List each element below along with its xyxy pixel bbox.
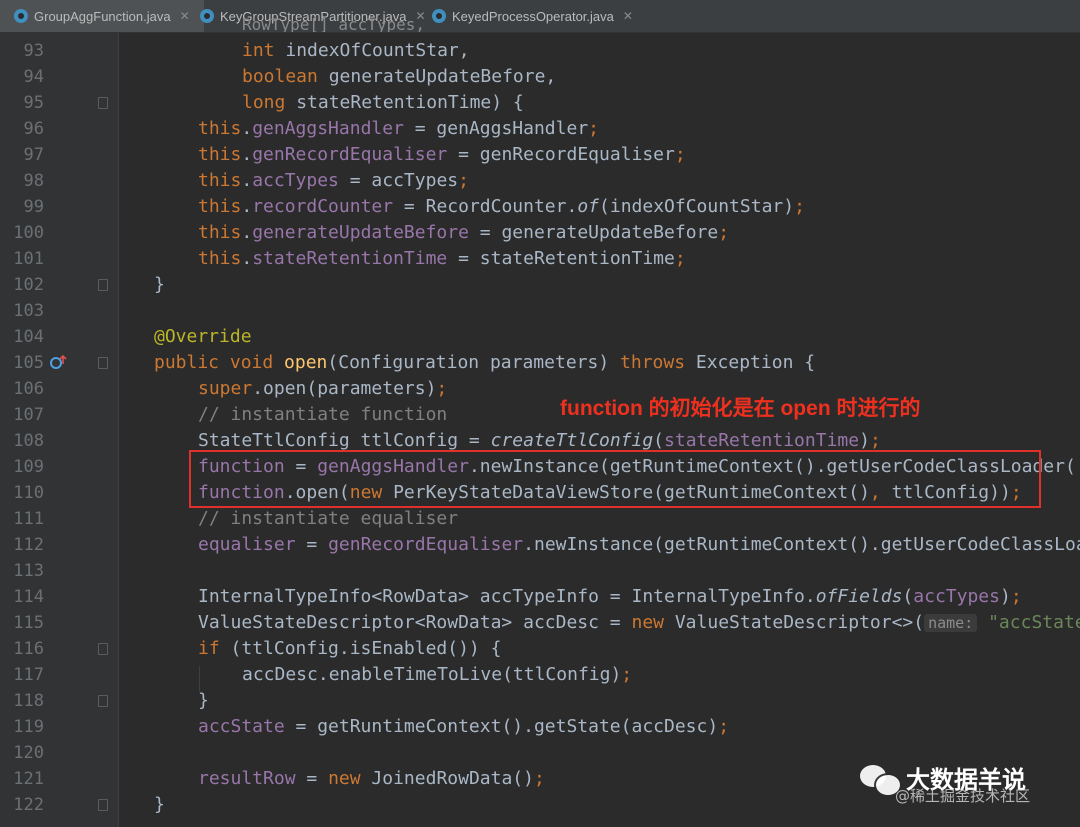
fold-icon[interactable] (98, 279, 108, 291)
tab-keyedprocessoperator[interactable]: KeyedProcessOperator.java ✕ (432, 0, 642, 32)
line-number: 104 (13, 327, 44, 347)
fold-icon[interactable] (98, 799, 108, 811)
line-number: 102 (13, 275, 44, 295)
gutter-separator (118, 33, 119, 827)
line-number: 121 (13, 769, 44, 789)
code-line[interactable]: @Override (154, 324, 252, 350)
watermark-sub: @稀土掘金技术社区 (895, 787, 1031, 805)
line-number: 101 (13, 249, 44, 269)
code-line[interactable]: this.genRecordEqualiser = genRecordEqual… (198, 142, 686, 168)
fold-icon[interactable] (98, 695, 108, 707)
code-line[interactable]: this.generateUpdateBefore = generateUpda… (198, 220, 729, 246)
annotation-callout: function 的初始化是在 open 时进行的 (560, 397, 921, 420)
tab-label: KeyedProcessOperator.java (452, 8, 614, 24)
line-number: 99 (23, 197, 44, 217)
code-line[interactable]: int indexOfCountStar, (242, 38, 470, 64)
code-line[interactable]: if (ttlConfig.isEnabled()) { (198, 636, 501, 662)
line-number: 93 (23, 41, 44, 61)
line-number: 96 (23, 119, 44, 139)
line-number: 98 (23, 171, 44, 191)
close-icon[interactable]: ✕ (180, 9, 190, 23)
tab-groupaggfunction[interactable]: GroupAggFunction.java ✕ (0, 0, 204, 32)
java-class-icon (432, 9, 446, 23)
code-comment[interactable]: // instantiate equaliser (198, 506, 458, 532)
line-number: 122 (13, 795, 44, 815)
code-line[interactable]: accDesc.enableTimeToLive(ttlConfig); (242, 662, 632, 688)
line-number: 110 (13, 483, 44, 503)
line-number: 113 (13, 561, 44, 581)
line-number: 116 (13, 639, 44, 659)
override-marker-icon[interactable] (50, 354, 68, 370)
code-line[interactable]: } (154, 272, 165, 298)
code-line[interactable]: equaliser = genRecordEqualiser.newInstan… (198, 532, 1080, 558)
line-number: 108 (13, 431, 44, 451)
code-line[interactable]: this.accTypes = accTypes; (198, 168, 469, 194)
line-number: 111 (13, 509, 44, 529)
line-number: 109 (13, 457, 44, 477)
fold-icon[interactable] (98, 97, 108, 109)
code-line[interactable]: } (154, 792, 165, 818)
code-line-partial: RowType[] accTypes, (242, 18, 426, 32)
code-text: ValueStateDescriptor<RowData> accDesc = … (198, 612, 925, 633)
line-number: 100 (13, 223, 44, 243)
line-number: 94 (23, 67, 44, 87)
java-class-icon (14, 9, 28, 23)
line-number: 105 (13, 353, 44, 373)
code-line[interactable]: this.genAggsHandler = genAggsHandler; (198, 116, 599, 142)
code-line[interactable]: this.stateRetentionTime = stateRetention… (198, 246, 686, 272)
fold-icon[interactable] (98, 357, 108, 369)
code-line[interactable]: long stateRetentionTime) { (242, 90, 524, 116)
code-line[interactable]: accState = getRuntimeContext().getState(… (198, 714, 729, 740)
line-number: 120 (13, 743, 44, 763)
tab-label: GroupAggFunction.java (34, 8, 171, 24)
parameter-hint: name: (924, 614, 978, 632)
highlight-box (189, 450, 1041, 508)
line-number: 118 (13, 691, 44, 711)
code-line[interactable]: ValueStateDescriptor<RowData> accDesc = … (198, 610, 1080, 636)
line-number: 95 (23, 93, 44, 113)
line-number: 114 (13, 587, 44, 607)
line-number: 117 (13, 665, 44, 685)
editor-tab-bar: GroupAggFunction.java ✕ KeyGroupStreamPa… (0, 0, 1080, 33)
code-comment[interactable]: // instantiate function (198, 402, 447, 428)
string-literal: "accState (988, 612, 1080, 633)
code-line[interactable]: } (198, 688, 209, 714)
wechat-icon (860, 761, 902, 797)
fold-icon[interactable] (98, 643, 108, 655)
line-number: 115 (13, 613, 44, 633)
line-number: 103 (13, 301, 44, 321)
close-icon[interactable]: ✕ (623, 9, 633, 23)
code-line[interactable]: super.open(parameters); (198, 376, 447, 402)
code-line[interactable]: InternalTypeInfo<RowData> accTypeInfo = … (198, 584, 1022, 610)
line-number: 97 (23, 145, 44, 165)
line-number: 112 (13, 535, 44, 555)
code-line[interactable]: boolean generateUpdateBefore, (242, 64, 556, 90)
code-line[interactable]: resultRow = new JoinedRowData(); (198, 766, 545, 792)
line-number: 106 (13, 379, 44, 399)
line-number: 107 (13, 405, 44, 425)
line-number: 119 (13, 717, 44, 737)
code-line[interactable]: this.recordCounter = RecordCounter.of(in… (198, 194, 805, 220)
code-line[interactable]: public void open(Configuration parameter… (154, 350, 815, 376)
java-class-icon (200, 9, 214, 23)
